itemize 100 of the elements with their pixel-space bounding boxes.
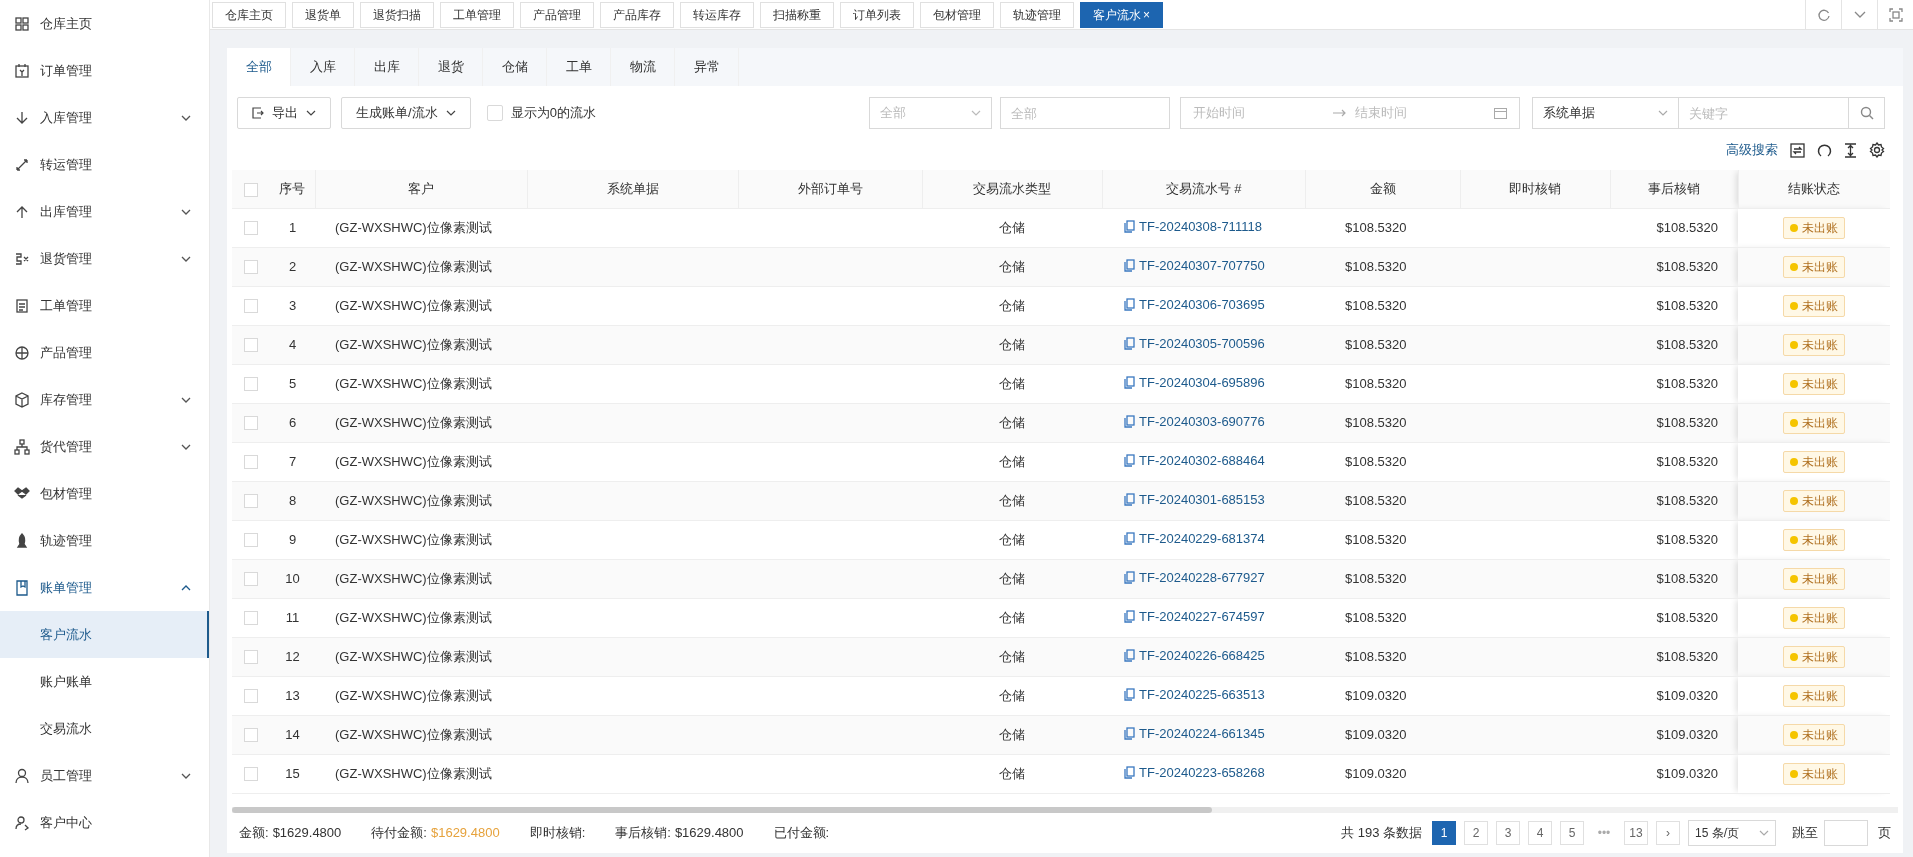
copy-icon[interactable] — [1124, 648, 1135, 662]
sidebar-item[interactable]: 员工管理 — [0, 752, 209, 799]
copy-icon[interactable] — [1124, 453, 1135, 467]
page-button[interactable]: 13 — [1624, 821, 1648, 845]
search-button[interactable] — [1849, 97, 1885, 129]
sidebar-item[interactable]: 库存管理 — [0, 376, 209, 423]
copy-icon[interactable] — [1124, 531, 1135, 545]
row-checkbox[interactable] — [244, 572, 258, 587]
page-size-select[interactable]: 15 条/页 — [1688, 820, 1776, 846]
page-tab[interactable]: 退货扫描 — [360, 1, 434, 28]
filter-input[interactable]: 全部 — [1000, 97, 1170, 129]
page-tab[interactable]: 轨迹管理 — [1000, 1, 1074, 28]
row-checkbox[interactable] — [244, 533, 258, 548]
sidebar-item[interactable]: 订单管理 — [0, 47, 209, 94]
row-checkbox[interactable] — [244, 611, 258, 626]
page-button[interactable]: 2 — [1464, 821, 1488, 845]
copy-icon[interactable] — [1124, 336, 1135, 350]
sidebar-item[interactable]: 工单管理 — [0, 282, 209, 329]
sidebar-item[interactable]: 入库管理 — [0, 94, 209, 141]
row-checkbox[interactable] — [244, 260, 258, 275]
row-checkbox[interactable] — [244, 416, 258, 431]
sidebar-item[interactable]: 账单管理 — [0, 564, 209, 611]
transaction-link[interactable]: TF-20240223-658268 — [1124, 762, 1265, 783]
copy-icon[interactable] — [1124, 726, 1135, 740]
copy-icon[interactable] — [1124, 765, 1135, 779]
checkbox[interactable] — [244, 182, 258, 197]
copy-icon[interactable] — [1124, 414, 1135, 428]
row-checkbox[interactable] — [244, 650, 258, 665]
transaction-link[interactable]: TF-20240307-707750 — [1124, 255, 1265, 276]
transaction-link[interactable]: TF-20240224-661345 — [1124, 723, 1265, 744]
sidebar-item[interactable]: 转运管理 — [0, 141, 209, 188]
copy-icon[interactable] — [1124, 570, 1135, 584]
next-page-button[interactable]: › — [1656, 821, 1680, 845]
page-tab[interactable]: 转运库存 — [680, 1, 754, 28]
sidebar-item[interactable]: 轨迹管理 — [0, 517, 209, 564]
copy-icon[interactable] — [1124, 687, 1135, 701]
column-height-icon[interactable] — [1844, 142, 1857, 158]
sidebar-item[interactable]: 出库管理 — [0, 188, 209, 235]
transaction-link[interactable]: TF-20240227-674597 — [1124, 606, 1265, 627]
row-checkbox[interactable] — [244, 494, 258, 509]
row-checkbox[interactable] — [244, 221, 258, 236]
sidebar-subitem[interactable]: 账户账单 — [0, 658, 209, 705]
field-select[interactable]: 系统单据 — [1532, 97, 1679, 129]
swap-icon[interactable] — [1790, 142, 1805, 158]
transaction-link[interactable]: TF-20240225-663513 — [1124, 684, 1265, 705]
transaction-link[interactable]: TF-20240303-690776 — [1124, 411, 1265, 432]
refresh-icon[interactable] — [1817, 142, 1832, 158]
sidebar-item[interactable]: 退货管理 — [0, 235, 209, 282]
row-checkbox[interactable] — [244, 299, 258, 314]
page-tab[interactable]: 扫描称重 — [760, 1, 834, 28]
page-tab[interactable]: 仓库主页 — [212, 1, 286, 28]
settings-icon[interactable] — [1869, 142, 1885, 158]
sidebar-item[interactable]: 产品管理 — [0, 329, 209, 376]
page-button[interactable]: 1 — [1432, 821, 1456, 845]
generate-button[interactable]: 生成账单/流水 — [341, 97, 471, 129]
sidebar-subitem[interactable]: 客户流水 — [0, 611, 209, 658]
copy-icon[interactable] — [1124, 219, 1135, 233]
scrollbar[interactable] — [232, 807, 1212, 813]
row-checkbox[interactable] — [244, 377, 258, 392]
checkbox[interactable] — [486, 105, 503, 121]
transaction-link[interactable]: TF-20240306-703695 — [1124, 294, 1265, 315]
page-tab[interactable]: 订单列表 — [840, 1, 914, 28]
transaction-link[interactable]: TF-20240226-668425 — [1124, 645, 1265, 666]
page-tab[interactable]: 包材管理 — [920, 1, 994, 28]
copy-icon[interactable] — [1124, 297, 1135, 311]
row-checkbox[interactable] — [244, 338, 258, 353]
transaction-link[interactable]: TF-20240304-695896 — [1124, 372, 1265, 393]
copy-icon[interactable] — [1124, 258, 1135, 272]
close-icon[interactable]: × — [1143, 7, 1150, 22]
page-tab[interactable]: 退货单 — [292, 1, 354, 28]
transaction-link[interactable]: TF-20240229-681374 — [1124, 528, 1265, 549]
advanced-search-link[interactable]: 高级搜索 — [1726, 140, 1778, 160]
page-tab[interactable]: 工单管理 — [440, 1, 514, 28]
sidebar-item[interactable]: 包材管理 — [0, 470, 209, 517]
page-jump-input[interactable] — [1824, 820, 1868, 846]
transaction-link[interactable]: TF-20240308-711118 — [1124, 216, 1262, 237]
transaction-link[interactable]: TF-20240305-700596 — [1124, 333, 1265, 354]
copy-icon[interactable] — [1124, 492, 1135, 506]
transaction-link[interactable]: TF-20240302-688464 — [1124, 450, 1265, 471]
row-checkbox[interactable] — [244, 767, 258, 782]
export-button[interactable]: 导出 — [237, 97, 331, 129]
row-checkbox[interactable] — [244, 455, 258, 470]
transaction-link[interactable]: TF-20240228-677927 — [1124, 567, 1265, 588]
sidebar-item[interactable]: 货代管理 — [0, 423, 209, 470]
page-tab[interactable]: 产品管理 — [520, 1, 594, 28]
sidebar-item[interactable]: 仓库主页 — [0, 0, 209, 47]
row-checkbox[interactable] — [244, 689, 258, 704]
row-checkbox[interactable] — [244, 728, 258, 743]
sidebar-subitem[interactable]: 交易流水 — [0, 705, 209, 752]
sidebar-item[interactable]: 客户中心 — [0, 799, 209, 846]
keyword-input[interactable]: 关键字 — [1679, 97, 1849, 129]
page-tab[interactable]: 客户流水 × — [1080, 1, 1163, 28]
page-button[interactable]: 3 — [1496, 821, 1520, 845]
page-button[interactable]: 5 — [1560, 821, 1584, 845]
page-button[interactable]: 4 — [1528, 821, 1552, 845]
filter-tab[interactable]: 全部 — [227, 48, 291, 86]
page-tab[interactable]: 产品库存 — [600, 1, 674, 28]
copy-icon[interactable] — [1124, 375, 1135, 389]
transaction-link[interactable]: TF-20240301-685153 — [1124, 489, 1265, 510]
copy-icon[interactable] — [1124, 609, 1135, 623]
